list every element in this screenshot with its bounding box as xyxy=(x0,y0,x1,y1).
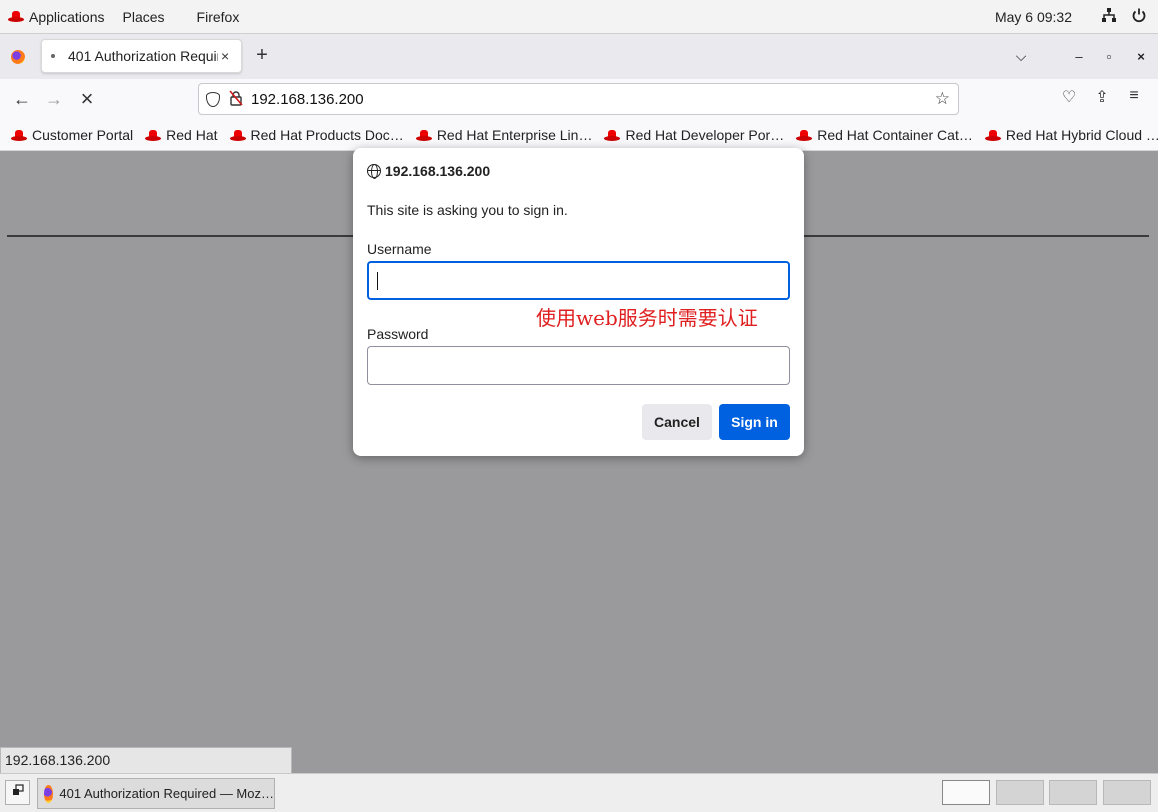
firefox-view-icon[interactable] xyxy=(11,49,25,64)
redhat-logo-icon xyxy=(415,129,432,141)
dialog-origin: 192.168.136.200 xyxy=(367,163,490,179)
dialog-origin-text: 192.168.136.200 xyxy=(385,163,491,179)
bookmark-developer-portal[interactable]: Red Hat Developer Por… xyxy=(604,127,784,143)
menu-icon[interactable]: ≡ xyxy=(1122,87,1146,105)
status-bar-url: 192.168.136.200 xyxy=(0,747,292,773)
bookmark-star-icon[interactable]: ☆ xyxy=(935,89,950,109)
workspace-2[interactable] xyxy=(996,780,1044,805)
bookmark-label: Red Hat xyxy=(166,127,218,143)
bookmark-label: Red Hat Hybrid Cloud … xyxy=(1005,127,1158,143)
tab-close-icon[interactable]: × xyxy=(221,48,229,64)
bookmark-enterprise-linux[interactable]: Red Hat Enterprise Lin… xyxy=(415,127,593,143)
username-label: Username xyxy=(367,241,432,257)
new-tab-button[interactable]: + xyxy=(252,44,272,67)
system-top-bar: Applications Places Firefox May 6 09:32 xyxy=(0,0,1158,34)
places-menu[interactable]: Places xyxy=(123,9,165,25)
bookmark-label: Red Hat Developer Por… xyxy=(625,127,785,143)
url-text: 192.168.136.200 xyxy=(251,90,364,108)
workspace-1[interactable] xyxy=(942,780,990,805)
cancel-button[interactable]: Cancel xyxy=(642,404,712,440)
bookmark-label: Red Hat Products Doc… xyxy=(250,127,404,143)
redhat-logo-icon xyxy=(11,129,27,141)
dialog-message: This site is asking you to sign in. xyxy=(367,202,568,218)
sign-in-button[interactable]: Sign in xyxy=(719,404,790,440)
clock[interactable]: May 6 09:32 xyxy=(995,9,1072,25)
bookmark-products-doc[interactable]: Red Hat Products Doc… xyxy=(229,127,404,143)
minimize-icon[interactable]: – xyxy=(1064,49,1094,64)
tab-strip: 401 Authorization Require × + ⌵ – ▫ × xyxy=(0,34,1158,79)
list-all-tabs-icon[interactable]: ⌵ xyxy=(1006,48,1036,65)
tracking-shield-icon[interactable] xyxy=(206,91,220,107)
workspace-3[interactable] xyxy=(1049,780,1097,805)
globe-icon xyxy=(367,164,381,179)
username-input[interactable] xyxy=(367,261,790,300)
bookmark-red-hat[interactable]: Red Hat xyxy=(145,127,218,143)
bookmarks-toolbar: Customer Portal Red Hat Red Hat Products… xyxy=(0,120,1158,151)
redhat-logo-icon xyxy=(8,11,24,22)
power-icon[interactable] xyxy=(1124,7,1154,28)
bookmark-container-catalog[interactable]: Red Hat Container Cat… xyxy=(796,127,973,143)
password-input[interactable] xyxy=(367,346,790,385)
pocket-icon[interactable]: ♡ xyxy=(1057,87,1081,107)
close-window-icon[interactable]: × xyxy=(1124,49,1158,64)
bookmark-customer-portal[interactable]: Customer Portal xyxy=(11,127,133,143)
bookmark-label: Customer Portal xyxy=(32,127,134,143)
applications-label: Applications xyxy=(29,8,105,25)
redhat-logo-icon xyxy=(145,129,162,141)
loading-dot-icon xyxy=(51,54,55,58)
bookmark-hybrid-cloud[interactable]: Red Hat Hybrid Cloud … xyxy=(984,127,1158,143)
url-bar[interactable]: 192.168.136.200 ☆ xyxy=(198,83,959,115)
auth-dialog: 192.168.136.200 This site is asking you … xyxy=(353,148,804,456)
redhat-logo-icon xyxy=(796,129,813,141)
forward-arrow-icon[interactable]: → xyxy=(42,88,66,110)
redhat-logo-icon xyxy=(229,129,246,141)
insecure-lock-icon[interactable] xyxy=(229,89,243,109)
firefox-icon xyxy=(44,784,54,803)
bottom-window-list: 401 Authorization Required — Moz… xyxy=(0,773,1158,812)
bookmark-label: Red Hat Enterprise Lin… xyxy=(436,127,593,143)
taskbar-window-firefox[interactable]: 401 Authorization Required — Moz… xyxy=(37,778,275,809)
redhat-logo-icon xyxy=(604,129,621,141)
show-desktop-icon[interactable] xyxy=(5,780,30,805)
taskbar-window-title: 401 Authorization Required — Moz… xyxy=(59,786,274,801)
password-label: Password xyxy=(367,326,429,342)
workspace-4[interactable] xyxy=(1103,780,1151,805)
extensions-icon[interactable]: ⇪ xyxy=(1090,87,1114,107)
maximize-icon[interactable]: ▫ xyxy=(1094,49,1124,64)
text-caret xyxy=(377,272,378,290)
tab-401-authorization[interactable]: 401 Authorization Require × xyxy=(41,39,242,73)
navigation-toolbar: ← → × 192.168.136.200 ☆ ♡ ⇪ ≡ xyxy=(0,79,1158,120)
stop-loading-icon[interactable]: × xyxy=(75,88,99,110)
bookmark-label: Red Hat Container Cat… xyxy=(817,127,973,143)
redhat-logo-icon xyxy=(984,129,1001,141)
annotation-text: 使用web服务时需要认证 xyxy=(536,306,758,330)
network-icon[interactable] xyxy=(1094,7,1124,28)
app-menu-firefox[interactable]: Firefox xyxy=(197,9,240,25)
tab-title: 401 Authorization Require xyxy=(68,48,218,64)
back-arrow-icon[interactable]: ← xyxy=(10,88,34,110)
applications-menu[interactable]: Applications xyxy=(8,9,105,25)
